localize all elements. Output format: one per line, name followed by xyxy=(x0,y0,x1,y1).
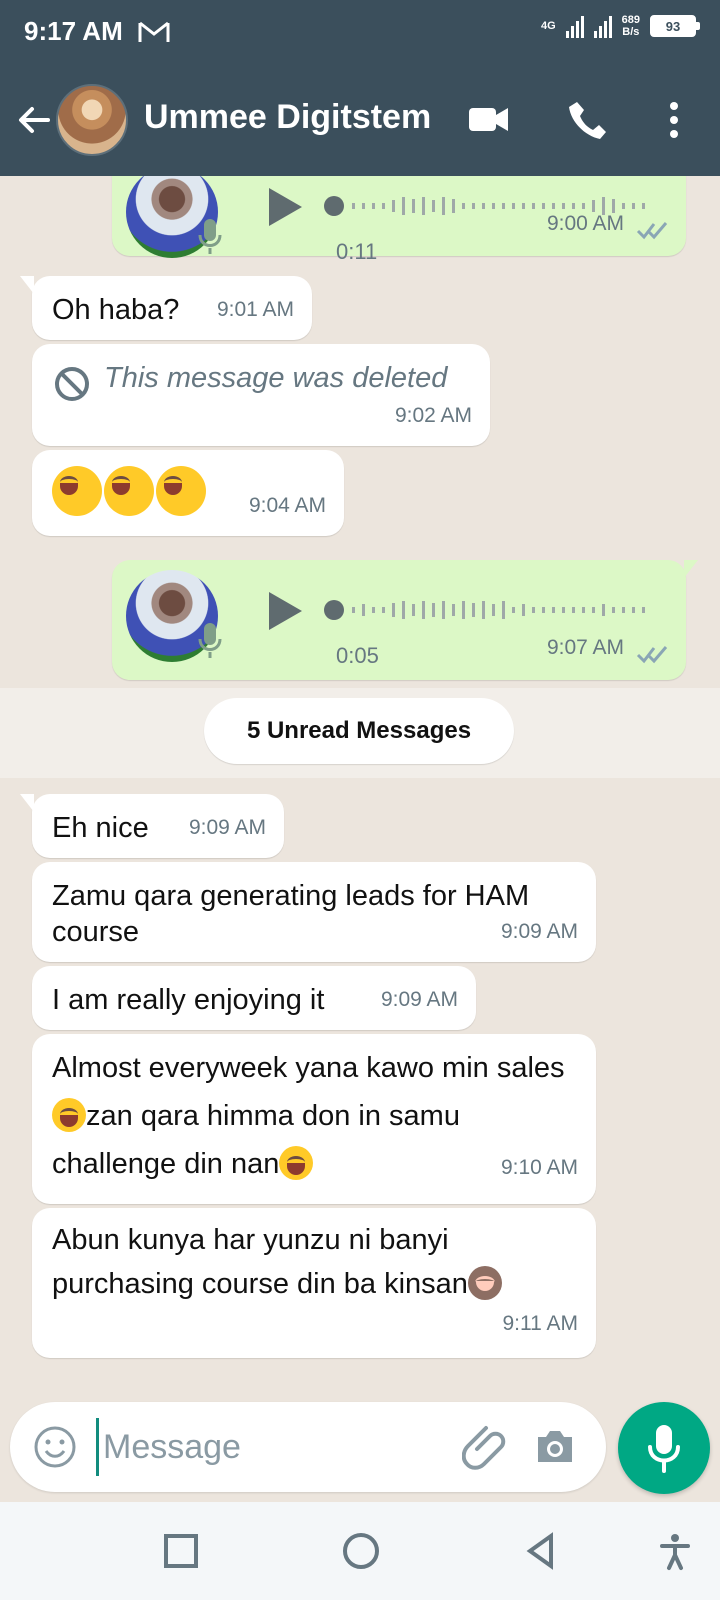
message-time: 9:02 AM xyxy=(394,404,472,427)
message-time: 9:10 AM xyxy=(500,1156,578,1179)
voice-duration: 0:11 xyxy=(336,239,378,264)
status-icons: 4G 689 B/s 93 xyxy=(540,14,700,38)
battery-icon: 93 xyxy=(650,15,700,37)
unread-messages-label: 5 Unread Messages xyxy=(204,698,514,764)
message-time: 9:07 AM xyxy=(546,636,624,659)
network-speed: 689 B/s xyxy=(621,14,640,38)
chat-area[interactable]: 0:11 9:00 AM Oh haba? 9:01 AM This messa… xyxy=(0,176,720,1404)
deleted-message-icon xyxy=(55,367,89,401)
incoming-message[interactable]: Eh nice 9:09 AM xyxy=(20,794,284,858)
video-call-icon[interactable] xyxy=(466,98,510,142)
top-bar: 9:17 AM 4G 689 B/s 93 Ummee Digitstem xyxy=(0,0,720,176)
attachment-icon[interactable] xyxy=(462,1424,508,1470)
incoming-message[interactable]: I am really enjoying it 9:09 AM xyxy=(32,966,476,1030)
home-icon[interactable] xyxy=(340,1530,382,1572)
deleted-text: This message was deleted xyxy=(104,362,448,394)
voice-record-button[interactable] xyxy=(618,1402,710,1494)
play-icon[interactable] xyxy=(262,184,308,230)
rolling-on-floor-laughing-icon xyxy=(104,466,154,516)
message-time: 9:11 AM xyxy=(502,1312,579,1335)
deleted-message[interactable]: This message was deleted 9:02 AM xyxy=(32,344,490,446)
gmail-icon xyxy=(138,21,170,42)
message-text: I am really enjoying it xyxy=(52,984,325,1016)
network-type: 4G xyxy=(540,20,556,32)
message-text: Almost everyweek yana kawo min saleszan … xyxy=(52,1052,565,1180)
accessibility-icon[interactable] xyxy=(654,1530,696,1572)
phone-icon[interactable] xyxy=(564,98,608,142)
message-input[interactable] xyxy=(96,1418,436,1476)
contact-avatar[interactable] xyxy=(56,84,128,156)
microphone-icon xyxy=(198,219,222,254)
rolling-on-floor-laughing-icon xyxy=(156,466,206,516)
message-text: Abun kunya har yunzu ni banyi purchasing… xyxy=(52,1224,502,1300)
message-text: Oh haba? xyxy=(52,294,180,326)
camera-icon[interactable] xyxy=(532,1424,578,1470)
back-arrow-icon[interactable] xyxy=(14,100,54,140)
message-time: 9:01 AM xyxy=(216,298,294,321)
message-time: 9:00 AM xyxy=(546,212,624,235)
see-no-evil-monkey-icon xyxy=(467,1266,502,1300)
incoming-message[interactable]: Abun kunya har yunzu ni banyi purchasing… xyxy=(32,1208,596,1358)
unread-separator: 5 Unread Messages xyxy=(0,688,720,778)
emoji-message[interactable]: 9:04 AM xyxy=(32,450,344,536)
status-time: 9:17 AM xyxy=(24,16,123,46)
read-receipt-icon xyxy=(636,646,668,664)
outgoing-voice-message[interactable]: 0:05 9:07 AM xyxy=(112,560,698,680)
signal-icon xyxy=(565,14,612,38)
status-bar: 9:17 AM 4G 689 B/s 93 xyxy=(0,0,720,64)
message-time: 9:09 AM xyxy=(380,988,458,1011)
rolling-on-floor-laughing-icon xyxy=(52,466,102,516)
incoming-message[interactable]: Almost everyweek yana kawo min saleszan … xyxy=(32,1034,596,1204)
message-time: 9:09 AM xyxy=(500,920,578,943)
recent-apps-icon[interactable] xyxy=(160,1530,202,1572)
microphone-icon xyxy=(648,1425,680,1473)
rolling-on-floor-laughing-icon xyxy=(52,1098,86,1132)
face-with-tears-of-joy-icon xyxy=(279,1146,314,1180)
more-options-icon[interactable] xyxy=(652,98,696,142)
incoming-message[interactable]: Oh haba? 9:01 AM xyxy=(20,276,312,340)
voice-duration: 0:05 xyxy=(336,643,379,668)
message-text: Zamu qara generating leads for HAM cours… xyxy=(52,880,530,948)
read-receipt-icon xyxy=(636,222,668,240)
message-composer[interactable] xyxy=(10,1402,606,1492)
message-time: 9:04 AM xyxy=(248,494,326,517)
incoming-message[interactable]: Zamu qara generating leads for HAM cours… xyxy=(32,862,596,962)
message-text: Eh nice xyxy=(52,812,149,844)
back-icon[interactable] xyxy=(520,1530,562,1572)
message-time: 9:09 AM xyxy=(188,816,266,839)
system-navigation-bar xyxy=(0,1502,720,1600)
play-icon[interactable] xyxy=(262,588,308,634)
chat-header: Ummee Digitstem xyxy=(0,80,720,160)
outgoing-voice-message[interactable]: 0:11 9:00 AM xyxy=(112,176,686,264)
microphone-icon xyxy=(198,623,222,658)
voice-waveform[interactable] xyxy=(324,596,658,624)
contact-name[interactable]: Ummee Digitstem xyxy=(144,98,431,137)
emoji-icon[interactable] xyxy=(32,1424,78,1470)
